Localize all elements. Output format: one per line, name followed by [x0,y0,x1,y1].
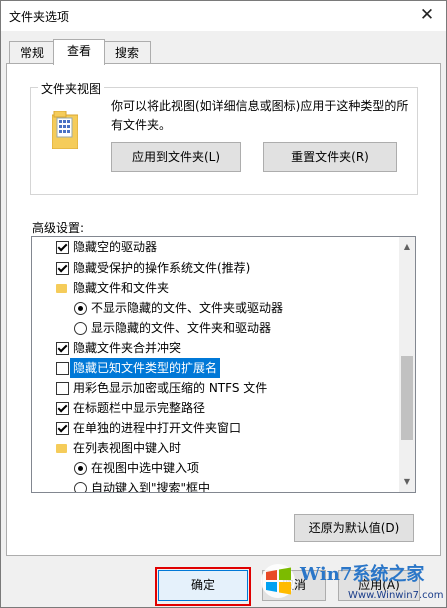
list-item-label: 显示隐藏的文件、文件夹和驱动器 [91,321,272,335]
folder-views-description: 你可以将此视图(如详细信息或图标)应用于这种类型的所有文件夹。 [111,99,409,132]
list-item-label: 隐藏受保护的操作系统文件(推荐) [73,261,251,275]
checkbox[interactable] [56,262,69,275]
list-item-label: 隐藏文件夹合并冲突 [73,341,182,355]
window-title: 文件夹选项 [9,10,70,24]
scroll-down-arrow-icon[interactable]: ▼ [399,474,415,490]
list-item-label: 自动键入到"搜索"框中 [91,481,211,493]
tab-search[interactable]: 搜索 [103,41,151,64]
apply-to-folders-button[interactable]: 应用到文件夹(L) [111,142,241,172]
reset-folders-button[interactable]: 重置文件夹(R) [263,142,397,172]
radio-button[interactable] [74,482,87,492]
watermark: Win7系统之家 Www.Winwin7.com [260,560,445,606]
checkbox[interactable] [56,402,69,415]
advanced-settings-list[interactable]: 隐藏空的驱动器 隐藏受保护的操作系统文件(推荐) 隐藏文件和文件夹 不显示隐藏的… [31,236,416,493]
checkbox[interactable] [56,422,69,435]
advanced-settings-label: 高级设置: [32,221,85,235]
radio-button[interactable] [74,462,87,475]
checkbox[interactable] [56,362,69,375]
windows-logo-icon [261,564,295,598]
checkbox[interactable] [56,382,69,395]
list-item-label: 用彩色显示加密或压缩的 NTFS 文件 [73,381,268,395]
ok-button[interactable]: 确定 [158,570,248,601]
watermark-name: Win7系统之家 [300,564,425,585]
folder-views-label: 文件夹视图 [38,80,105,97]
list-item-label: 在视图中选中键入项 [91,461,200,475]
list-item-label: 在标题栏中显示完整路径 [73,401,206,415]
scroll-up-arrow-icon[interactable]: ▲ [399,239,415,255]
folder-icon [56,284,67,293]
tab-general[interactable]: 常规 [9,41,55,64]
list-item-label: 不显示隐藏的文件、文件夹或驱动器 [91,301,284,315]
tab-view[interactable]: 查看 [53,39,105,65]
restore-defaults-button[interactable]: 还原为默认值(D) [294,514,414,542]
list-item-label: 隐藏已知文件类型的扩展名 [70,358,221,378]
folder-icon [56,444,67,453]
close-button[interactable]: ✕ [415,3,439,27]
list-item-label: 在单独的进程中打开文件夹窗口 [73,421,242,435]
checkbox[interactable] [56,342,69,355]
list-item-label: 隐藏空的驱动器 [73,240,158,254]
folder-view-icon [52,111,78,149]
checkbox[interactable] [56,241,69,254]
watermark-url: Www.Winwin7.com [348,590,444,601]
radio-button[interactable] [74,302,87,315]
list-item-label: 在列表视图中键入时 [73,441,182,455]
list-item-label: 隐藏文件和文件夹 [73,281,170,295]
scrollbar-thumb[interactable] [401,356,413,440]
radio-button[interactable] [74,322,87,335]
